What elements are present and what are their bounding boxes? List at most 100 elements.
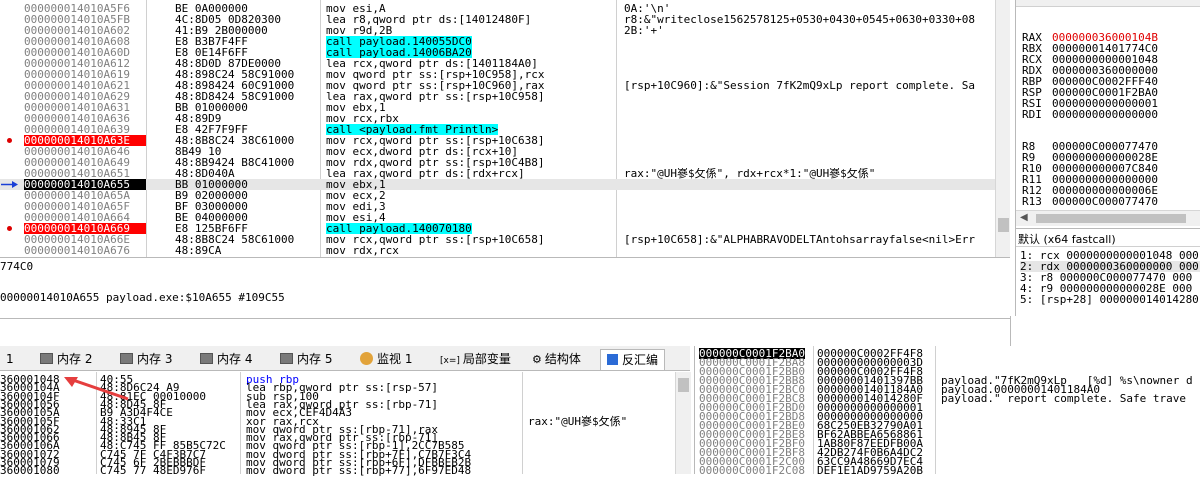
disasm-row[interactable]: 000000014010A5F6 BE 0A000000 mov esi,A 0A:'… [0, 3, 995, 14]
disasm-instruction: mov rcx,qword ptr ss:[rsp+10C658] [326, 234, 545, 245]
registers-hscrollbar[interactable]: ◀ [1016, 210, 1200, 226]
disasm-bytes: 48:8B8C24 58C61000 [175, 234, 295, 245]
tab-struct[interactable]: ⚙ 结构体 [528, 349, 585, 369]
dump-tab-bar: 1 内存 2 内存 3 内存 4 内存 5 监视 1 [x=] 局部变量 ⚙ 结构体… [0, 346, 690, 371]
tab-locals[interactable]: [x=] 局部变量 [436, 349, 515, 369]
scroll-left-icon[interactable]: ◀ [1020, 212, 1028, 223]
disasm-address[interactable]: 000000014010A636 [24, 113, 146, 124]
tab-dump-3[interactable]: 内存 3 [116, 349, 176, 369]
stack-view[interactable]: 000000C0001F2BA0 000000C0002FF4F8 000000C0… [694, 346, 1200, 476]
disasm-bytes: 41:B9 2B000000 [175, 25, 268, 36]
disasm-bytes: BF 03000000 [175, 201, 248, 212]
register-row[interactable]: RDI 0000000000000000 [1022, 109, 1158, 120]
disasm-address[interactable]: 000000014010A66E [24, 234, 146, 245]
disasm-instruction: call payload.140055DC0 [326, 36, 472, 47]
disasm-address[interactable]: 000000014010A63E [24, 135, 146, 146]
disasm-address[interactable]: 000000014010A676 [24, 245, 146, 256]
register-value[interactable]: 0000000000000000 [1052, 108, 1158, 121]
disasm-address[interactable]: 000000014010A631 [24, 102, 146, 113]
info-line-1: 774C0 [0, 260, 34, 273]
disasm-bytes: 48:8D0D 87DE0000 [175, 58, 281, 69]
disasm-address[interactable]: 000000014010A646 [24, 146, 146, 157]
disasm-address[interactable]: 000000014010A619 [24, 69, 146, 80]
register-row[interactable]: R13 000000C000077470 [1022, 196, 1158, 207]
disasm-bytes: E8 42F7F9FF [175, 124, 248, 135]
disasm-row[interactable]: 000000014010A669 E8 125BF6FF call payload.… [0, 223, 995, 234]
disasm-row[interactable]: 000000014010A649 48:8B9424 B8C41000 mov rd… [0, 157, 995, 168]
disasm-row[interactable]: 000000014010A651 48:8D040A lea rax,qword p… [0, 168, 995, 179]
disasm-row[interactable]: 000000014010A664 BE 04000000 mov esi,4 [0, 212, 995, 223]
disasm-row[interactable]: 000000014010A619 48:898C24 58C91000 mov qw… [0, 69, 995, 80]
disasm-address[interactable]: 000000014010A60D [24, 47, 146, 58]
disasm-row[interactable]: 000000014010A621 48:898424 60C91000 mov qw… [0, 80, 995, 91]
disasm-row[interactable]: 000000014010A629 48:8D8424 58C91000 lea ra… [0, 91, 995, 102]
memory-icon [120, 353, 133, 364]
disasm-row[interactable]: 000000014010A639 E8 42F7F9FF call <payload… [0, 124, 995, 135]
annotation-arrow-icon [64, 377, 129, 401]
disasm-row[interactable]: 000000014010A65A B9 02000000 mov ecx,2 [0, 190, 995, 201]
disasm-instruction: mov r9d,2B [326, 25, 393, 36]
memory-icon [40, 353, 53, 364]
disasm-bytes: 48:8B8C24 38C61000 [175, 135, 295, 146]
disasm-address[interactable]: 000000014010A5FB [24, 14, 146, 25]
disasm-address[interactable]: 000000014010A669 [24, 223, 146, 234]
registers-panel: RAX 000000036000104B RBX 00000001401774C0 RC… [1015, 0, 1200, 228]
disasm-address[interactable]: 000000014010A5F6 [24, 3, 146, 14]
disasm-row[interactable]: 000000014010A631 BB 01000000 mov ebx,1 [0, 102, 995, 113]
disasm-address[interactable]: 000000014010A65F [24, 201, 146, 212]
dump-scrollbar[interactable] [675, 372, 691, 474]
call-arg-row[interactable]: 5: [rsp+28] 000000014014280 [1020, 294, 1199, 305]
scroll-thumb[interactable] [678, 378, 689, 392]
disassembly-view[interactable]: 000000014010A5F6 BE 0A000000 mov esi,A 0A:'… [0, 0, 1010, 258]
tab-dump-5[interactable]: 内存 5 [276, 349, 336, 369]
disasm-address[interactable]: 000000014010A65A [24, 190, 146, 201]
dump-row[interactable]: 360001080 C745 77 48ED976F mov dword ptr s… [0, 465, 690, 476]
disasm-row[interactable]: 000000014010A612 48:8D0D 87DE0000 lea rcx,… [0, 58, 995, 69]
disasm-address[interactable]: 000000014010A649 [24, 157, 146, 168]
scroll-thumb[interactable] [1036, 214, 1186, 223]
breakpoint-icon[interactable] [7, 138, 12, 143]
disasm-row[interactable]: 000000014010A655 BB 01000000 mov ebx,1 [0, 179, 995, 190]
disasm-row[interactable]: 000000014010A66E 48:8B8C24 58C61000 mov rc… [0, 234, 995, 245]
tab-dump-2[interactable]: 内存 2 [36, 349, 96, 369]
disasm-address[interactable]: 000000014010A612 [24, 58, 146, 69]
disasm-row[interactable]: 000000014010A60D E8 0E14F6FF call payload.… [0, 47, 995, 58]
disasm-address[interactable]: 000000014010A664 [24, 212, 146, 223]
scroll-thumb[interactable] [998, 218, 1009, 232]
disasm-row[interactable]: 000000014010A646 8B49 10 mov ecx,dword ptr… [0, 146, 995, 157]
callconv-label[interactable]: 默认 (x64 fastcall) [1018, 231, 1116, 247]
disasm-bytes: E8 125BF6FF [175, 223, 248, 234]
disasm-address[interactable]: 000000014010A602 [24, 25, 146, 36]
disasm-scrollbar[interactable] [995, 0, 1010, 257]
register-value[interactable]: 000000C000077470 [1052, 195, 1158, 208]
disasm-row[interactable]: 000000014010A636 48:89D9 mov rcx,rbx [0, 113, 995, 124]
breakpoint-icon[interactable] [7, 226, 12, 231]
stack-value[interactable]: DEF1E1AD9759A20B [817, 465, 923, 476]
dump-disassembly-view[interactable]: 360001048 40:55 push rbp 36000104A 48:8D6C24… [0, 372, 691, 476]
watch-icon [360, 352, 373, 365]
dump-address[interactable]: 360001080 [0, 465, 60, 476]
tab-dump-1[interactable]: 1 [0, 349, 20, 369]
locals-icon: [x=] [440, 356, 460, 366]
disasm-row[interactable]: 000000014010A5FB 4C:8D05 0D820300 lea r8,q… [0, 14, 995, 25]
disasm-address[interactable]: 000000014010A621 [24, 80, 146, 91]
disasm-address[interactable]: 000000014010A655 [24, 179, 146, 190]
disasm-bytes: 4C:8D05 0D820300 [175, 14, 281, 25]
disasm-address[interactable]: 000000014010A639 [24, 124, 146, 135]
disasm-row[interactable]: 000000014010A63E 48:8B8C24 38C61000 mov rc… [0, 135, 995, 146]
disasm-bytes: E8 0E14F6FF [175, 47, 248, 58]
disasm-row[interactable]: 000000014010A602 41:B9 2B000000 mov r9d,2B… [0, 25, 995, 36]
disasm-row[interactable]: 000000014010A676 48:89CA mov rdx,rcx [0, 245, 995, 256]
disasm-address[interactable]: 000000014010A608 [24, 36, 146, 47]
disasm-instruction: call payload.140070180 [326, 223, 472, 234]
tab-dump-4[interactable]: 内存 4 [196, 349, 256, 369]
stack-address[interactable]: 000000C0001F2C08 [699, 465, 805, 476]
tab-disassembly[interactable]: 反汇编 [600, 349, 666, 370]
tab-watch-1[interactable]: 监视 1 [356, 349, 416, 369]
disasm-row[interactable]: 000000014010A65F BF 03000000 mov edi,3 [0, 201, 995, 212]
disasm-instruction: lea rax,qword ptr ss:[rsp+10C958] [326, 91, 545, 102]
disasm-instruction: mov esi,A [326, 3, 386, 14]
disasm-row[interactable]: 000000014010A608 E8 B3B7F4FF call payload.… [0, 36, 995, 47]
disasm-address[interactable]: 000000014010A629 [24, 91, 146, 102]
disasm-address[interactable]: 000000014010A651 [24, 168, 146, 179]
